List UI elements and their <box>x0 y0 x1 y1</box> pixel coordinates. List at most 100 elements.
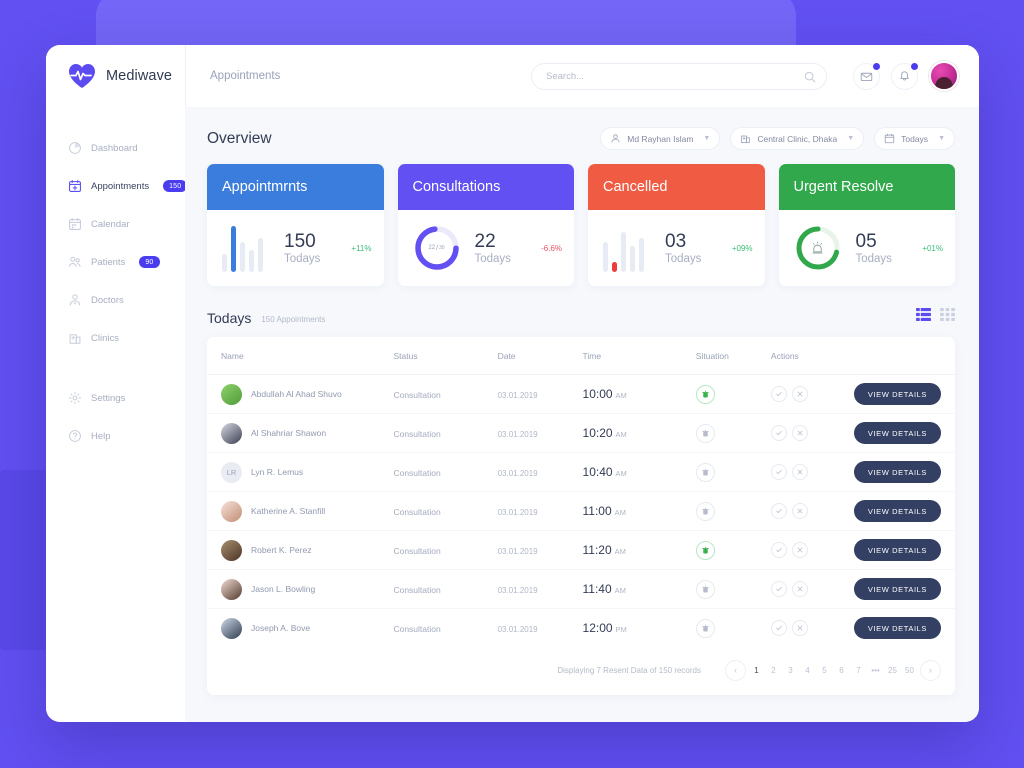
bell-notification-dot <box>910 61 919 71</box>
list-view-icon[interactable] <box>916 308 931 326</box>
pagination-ellipsis: ••• <box>871 665 880 675</box>
row-name: Abdullah Al Ahad Shuvo <box>251 389 342 399</box>
brand[interactable]: Mediwave <box>46 45 185 107</box>
row-name: Katherine A. Stanfill <box>251 506 326 516</box>
view-details-button[interactable]: VIEW DETAILS <box>853 617 941 640</box>
check-circle-icon[interactable] <box>770 503 787 519</box>
pagination-page-7[interactable]: 7 <box>852 666 865 675</box>
pagination-page-5[interactable]: 5 <box>818 666 831 675</box>
overview-header: Overview Md Rayhan Islam ▼ Central Clini… <box>207 127 955 150</box>
pagination-page-2[interactable]: 2 <box>767 666 780 675</box>
view-details-button[interactable]: VIEW DETAILS <box>853 461 941 483</box>
sidebar-item-appointments[interactable]: Appointments 150 <box>46 173 188 199</box>
status-badge[interactable] <box>695 618 715 638</box>
avatar[interactable] <box>929 61 959 91</box>
table-row[interactable]: Abdullah Al Ahad Shuvo Consultation 03.0… <box>207 374 955 414</box>
table-row[interactable]: LR Lyn R. Lemus Consultation 03.01.2019 … <box>207 452 955 492</box>
stat-card-value: 22 <box>474 231 496 253</box>
status-badge[interactable] <box>695 384 715 404</box>
pagination-page-3[interactable]: 3 <box>784 666 797 675</box>
top-bar: Mediwave Appointments <box>46 45 979 107</box>
status-badge[interactable] <box>695 462 715 482</box>
status-badge[interactable] <box>695 423 715 443</box>
status-badge[interactable] <box>695 501 715 521</box>
table-row[interactable]: Joseph A. Bove Consultation 03.01.2019 1… <box>207 609 955 648</box>
stat-card-appointments[interactable]: Appointmrnts 150 Todays +11% <box>207 164 384 286</box>
row-date: 03.01.2019 <box>497 586 538 595</box>
pagination-next[interactable]: › <box>920 659 941 681</box>
body: Dashboard Appointments 150 Calendar Pati… <box>46 107 979 722</box>
pagination-page-50[interactable]: 50 <box>903 666 916 675</box>
stat-card-cancelled[interactable]: Cancelled 03 Todays +09% <box>588 164 765 286</box>
status-badge[interactable] <box>695 579 715 599</box>
status-badge[interactable] <box>695 540 715 560</box>
check-circle-icon[interactable] <box>770 581 787 597</box>
view-details-button[interactable]: VIEW DETAILS <box>853 383 941 405</box>
search-input[interactable] <box>531 62 827 90</box>
dashboard-icon <box>67 141 82 156</box>
filter-date-range[interactable]: Todays ▼ <box>874 127 955 150</box>
sidebar-item-clinics[interactable]: Clinics <box>46 325 185 351</box>
pagination-page-6[interactable]: 6 <box>835 666 848 675</box>
x-circle-icon[interactable] <box>791 542 808 558</box>
row-name: Joseph A. Bove <box>251 623 311 634</box>
overview-filters: Md Rayhan Islam ▼ Central Clinic, Dhaka … <box>600 127 955 150</box>
sidebar-item-help[interactable]: Help <box>46 423 185 449</box>
pagination-prev[interactable]: ‹ <box>725 659 746 681</box>
check-circle-icon[interactable] <box>770 386 787 402</box>
check-circle-icon[interactable] <box>770 620 787 637</box>
view-details-button[interactable]: VIEW DETAILS <box>853 539 941 561</box>
filter-doctor[interactable]: Md Rayhan Islam ▼ <box>600 127 721 150</box>
check-circle-icon[interactable] <box>770 464 787 480</box>
pagination-page-25[interactable]: 25 <box>886 666 899 675</box>
pagination-page-1[interactable]: 1 <box>750 666 763 675</box>
view-details-button[interactable]: VIEW DETAILS <box>853 422 941 444</box>
x-circle-icon[interactable] <box>791 503 808 519</box>
table-row[interactable]: Al Shahriar Shawon Consultation 03.01.20… <box>207 413 955 453</box>
check-circle-icon[interactable] <box>770 542 787 558</box>
x-circle-icon[interactable] <box>791 386 808 402</box>
stat-card-sublabel: Todays <box>474 252 511 265</box>
row-name: Jason L. Bowling <box>251 584 316 594</box>
stat-card-consultations[interactable]: Consultations 22 / 30 22 Todays -6.6% <box>397 164 574 286</box>
check-circle-icon[interactable] <box>770 425 787 441</box>
pagination-page-4[interactable]: 4 <box>801 666 814 675</box>
sidebar-item-calendar[interactable]: Calendar <box>46 211 185 237</box>
x-circle-icon[interactable] <box>791 581 808 597</box>
notifications-button[interactable] <box>891 61 919 90</box>
sidebar-item-label: Calendar <box>91 218 130 230</box>
page-tab-appointments[interactable]: Appointments <box>210 70 280 82</box>
view-details-button[interactable]: VIEW DETAILS <box>853 578 941 600</box>
sidebar-item-doctors[interactable]: Doctors <box>46 287 185 313</box>
stat-card-sublabel: Todays <box>284 252 321 265</box>
stat-card-delta: +01% <box>922 243 943 253</box>
filter-clinic[interactable]: Central Clinic, Dhaka ▼ <box>730 127 865 150</box>
stat-card-header: Consultations <box>397 164 574 210</box>
mail-button[interactable] <box>853 61 881 90</box>
sidebar-item-label: Settings <box>91 392 126 404</box>
table-row[interactable]: Jason L. Bowling Consultation 03.01.2019… <box>207 569 955 609</box>
view-details-button[interactable]: VIEW DETAILS <box>853 500 941 522</box>
row-date: 03.01.2019 <box>497 508 538 517</box>
x-circle-icon[interactable] <box>791 425 808 441</box>
row-time: 10:20 <box>582 426 613 440</box>
x-circle-icon[interactable] <box>791 464 808 480</box>
stat-card-urgent-resolve[interactable]: Urgent Resolve 05 Todays +01% <box>778 164 955 286</box>
avatar <box>221 578 242 600</box>
column-header-spacer <box>853 337 955 375</box>
search-box[interactable] <box>531 62 827 90</box>
stat-card-value: 03 <box>665 231 687 253</box>
stat-card-header: Appointmrnts <box>207 164 384 210</box>
table-row[interactable]: Robert K. Perez Consultation 03.01.2019 … <box>207 530 955 570</box>
sidebar-item-settings[interactable]: Settings <box>46 385 185 411</box>
table-row[interactable]: Katherine A. Stanfill Consultation 03.01… <box>207 491 955 531</box>
sidebar-item-patients[interactable]: Patients 90 <box>46 249 185 275</box>
row-time: 10:00 <box>582 387 613 401</box>
stat-card-body: 150 Todays +11% <box>207 210 384 286</box>
row-status: Consultation <box>393 585 441 595</box>
grid-view-icon[interactable] <box>940 308 955 326</box>
sidebar-item-dashboard[interactable]: Dashboard <box>46 135 185 161</box>
calendar-plus-icon <box>67 179 82 194</box>
view-toggles <box>916 308 955 326</box>
x-circle-icon[interactable] <box>791 620 808 637</box>
